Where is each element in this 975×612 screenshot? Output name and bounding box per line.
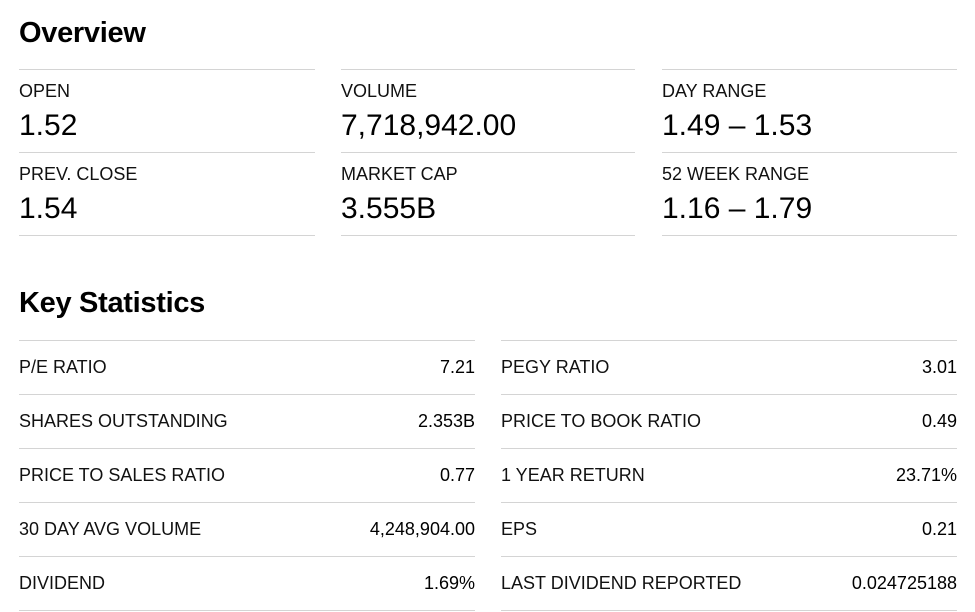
stat-label: SHARES OUTSTANDING: [19, 411, 228, 431]
stat-value: 1.16 – 1.79: [662, 192, 813, 225]
overview-stat-open: OPEN 1.52: [19, 70, 315, 153]
stat-label: DIVIDEND: [19, 573, 106, 593]
stat-value: 4,248,904.00: [369, 519, 475, 539]
stat-value: 0.21: [921, 519, 957, 539]
stat-row-pegy-ratio: PEGY RATIO 3.01: [501, 341, 957, 395]
stat-label: PREV. CLOSE: [19, 164, 138, 184]
stat-row-shares-outstanding: SHARES OUTSTANDING 2.353B: [19, 395, 475, 449]
stat-label: 30 DAY AVG VOLUME: [19, 519, 202, 539]
overview-stat-day-range: DAY RANGE 1.49 – 1.53: [662, 70, 957, 153]
stat-value: 0.49: [921, 411, 957, 431]
stat-value: 3.555B: [341, 192, 437, 225]
stat-value: 1.54: [19, 192, 78, 225]
overview-column-3: DAY RANGE 1.49 – 1.53 52 WEEK RANGE 1.16…: [662, 69, 957, 236]
stat-value: 7.21: [439, 357, 475, 377]
stat-row-pe-ratio: P/E RATIO 7.21: [19, 341, 475, 395]
stat-row-price-to-book: PRICE TO BOOK RATIO 0.49: [501, 395, 957, 449]
stat-label: P/E RATIO: [19, 357, 107, 377]
stat-label: OPEN: [19, 81, 71, 101]
stat-label: PEGY RATIO: [501, 357, 610, 377]
stat-value: 7,718,942.00: [341, 109, 517, 142]
stat-label: MARKET CAP: [341, 164, 458, 184]
stat-value: 23.71%: [895, 465, 957, 485]
stat-label: EPS: [501, 519, 538, 539]
overview-stat-prev-close: PREV. CLOSE 1.54: [19, 153, 315, 236]
key-statistics-right-column: PEGY RATIO 3.01 PRICE TO BOOK RATIO 0.49…: [501, 340, 957, 611]
stat-value: 1.69%: [423, 573, 475, 593]
stat-label: VOLUME: [341, 81, 418, 101]
stat-label: PRICE TO SALES RATIO: [19, 465, 226, 485]
key-statistics-heading: Key Statistics: [19, 287, 205, 319]
stat-label: LAST DIVIDEND REPORTED: [501, 573, 742, 593]
stat-value: 0.77: [439, 465, 475, 485]
stat-row-last-dividend-reported: LAST DIVIDEND REPORTED 0.024725188: [501, 557, 957, 611]
overview-stat-volume: VOLUME 7,718,942.00: [341, 70, 635, 153]
stat-row-price-to-sales: PRICE TO SALES RATIO 0.77: [19, 449, 475, 503]
quote-overview-page: Overview OPEN 1.52 PREV. CLOSE 1.54 VOLU…: [0, 0, 975, 612]
overview-stat-market-cap: MARKET CAP 3.555B: [341, 153, 635, 236]
stat-value: 1.52: [19, 109, 78, 142]
stat-value: 1.49 – 1.53: [662, 109, 813, 142]
stat-label: DAY RANGE: [662, 81, 767, 101]
stat-value: 2.353B: [417, 411, 475, 431]
stat-row-1-year-return: 1 YEAR RETURN 23.71%: [501, 449, 957, 503]
stat-label: 52 WEEK RANGE: [662, 164, 810, 184]
stat-value: 0.024725188: [851, 573, 957, 593]
stat-value: 3.01: [921, 357, 957, 377]
stat-row-eps: EPS 0.21: [501, 503, 957, 557]
overview-stat-52-week-range: 52 WEEK RANGE 1.16 – 1.79: [662, 153, 957, 236]
stat-row-30-day-avg-volume: 30 DAY AVG VOLUME 4,248,904.00: [19, 503, 475, 557]
overview-column-1: OPEN 1.52 PREV. CLOSE 1.54: [19, 69, 315, 236]
overview-column-2: VOLUME 7,718,942.00 MARKET CAP 3.555B: [341, 69, 635, 236]
stat-label: PRICE TO BOOK RATIO: [501, 411, 702, 431]
stat-label: 1 YEAR RETURN: [501, 465, 645, 485]
stat-row-dividend: DIVIDEND 1.69%: [19, 557, 475, 611]
overview-heading: Overview: [19, 17, 146, 49]
key-statistics-left-column: P/E RATIO 7.21 SHARES OUTSTANDING 2.353B…: [19, 340, 475, 611]
